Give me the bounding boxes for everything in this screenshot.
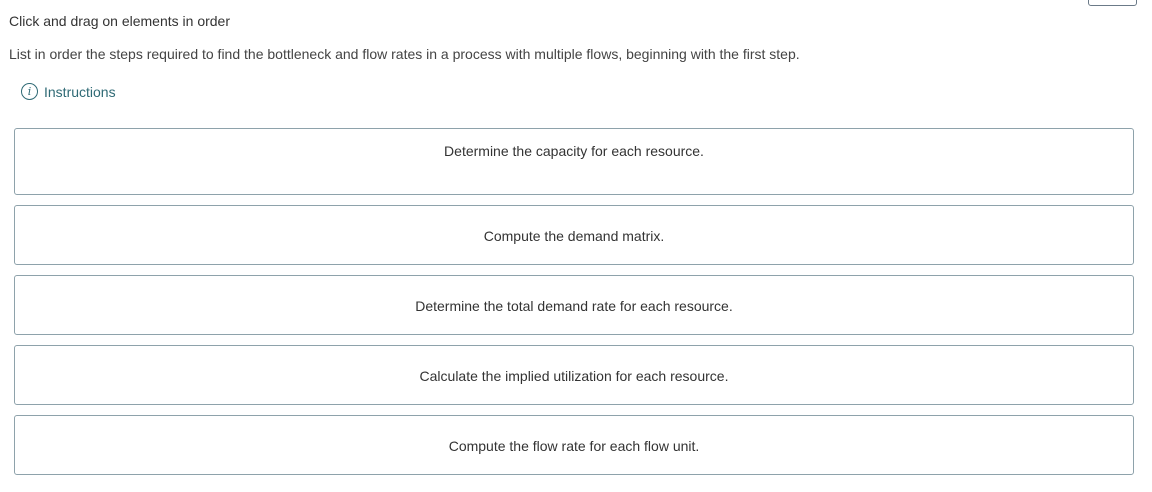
draggable-step-1[interactable]: Determine the capacity for each resource… (14, 128, 1134, 195)
instructions-link[interactable]: i Instructions (21, 83, 116, 100)
draggable-step-4[interactable]: Calculate the implied utilization for ea… (14, 345, 1134, 405)
draggable-step-2[interactable]: Compute the demand matrix. (14, 205, 1134, 265)
draggable-step-3[interactable]: Determine the total demand rate for each… (14, 275, 1134, 335)
question-prompt: List in order the steps required to find… (9, 46, 800, 62)
step-label: Compute the demand matrix. (483, 228, 665, 244)
top-right-control[interactable] (1088, 0, 1137, 6)
step-label: Calculate the implied utilization for ea… (419, 368, 729, 384)
draggable-step-5[interactable]: Compute the flow rate for each flow unit… (14, 415, 1134, 475)
info-icon: i (21, 83, 38, 100)
question-type-heading: Click and drag on elements in order (9, 13, 231, 29)
step-label: Compute the flow rate for each flow unit… (448, 438, 700, 454)
drag-order-question: Click and drag on elements in order List… (0, 0, 1152, 492)
step-label: Determine the capacity for each resource… (444, 143, 704, 159)
instructions-label: Instructions (44, 83, 116, 100)
step-label: Determine the total demand rate for each… (415, 298, 733, 314)
